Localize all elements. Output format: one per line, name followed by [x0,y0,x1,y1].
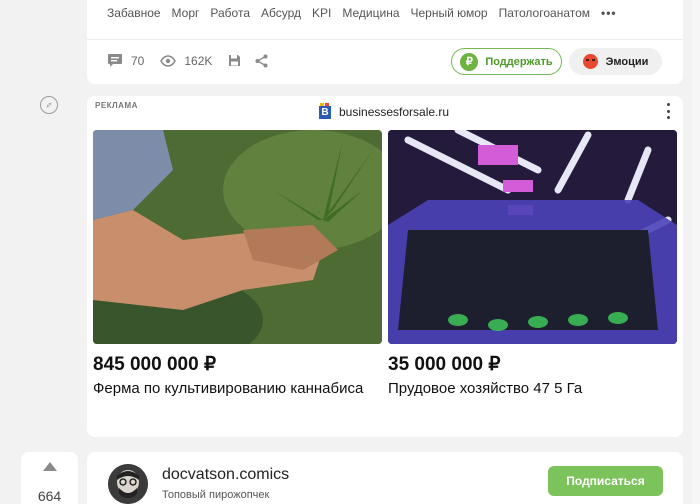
avatar[interactable] [108,464,148,504]
vote-panel: 664 [21,452,78,504]
comments-stat[interactable]: 70 [107,53,144,68]
ad-menu-button[interactable] [665,103,671,119]
divider [87,39,683,40]
ad-price-2[interactable]: 35 000 000 ₽ [388,353,500,376]
pond-farm-photo [388,130,677,344]
ad-price-1[interactable]: 845 000 000 ₽ [93,353,216,376]
author-subtitle: Топовый пирожопчек [162,489,270,501]
support-button[interactable]: ₽ Поддержать [451,48,562,75]
author-card: docvatson.comics Топовый пирожопчек Подп… [87,452,683,504]
support-label: Поддержать [485,55,553,68]
views-stat: 162K [160,54,212,68]
ad-title-1[interactable]: Ферма по культивированию каннабиса [93,379,373,398]
rating-count: 664 [37,488,62,504]
tag-item[interactable]: Забавное [107,6,161,20]
upvote-arrow-icon[interactable] [43,462,57,471]
emotions-button[interactable]: Эмоции [569,48,662,75]
post-stats: 70 162K [107,53,282,68]
emotions-label: Эмоции [605,55,649,68]
tag-item[interactable]: Работа [210,6,250,20]
compass-needle-icon [46,102,52,108]
post-footer-card: Забавное Морг Работа Абсурд KPI Медицина… [87,0,683,84]
save-icon [229,55,241,66]
ad-title-2[interactable]: Прудовое хозяйство 47 5 Га [388,379,668,398]
views-count: 162K [184,53,213,68]
tag-item[interactable]: Черный юмор [411,6,488,20]
share-icon [255,54,268,67]
share-button[interactable] [255,54,268,68]
avatar-face-icon [108,464,148,504]
more-tags-button[interactable]: ••• [601,6,617,20]
ruble-icon: ₽ [460,52,479,71]
ad-source-domain: businessesforsale.ru [339,105,450,119]
tag-list: Забавное Морг Работа Абсурд KPI Медицина… [107,6,628,20]
scrollbar[interactable] [692,0,700,504]
comments-count: 70 [131,53,145,68]
ad-card: РЕКЛАМА B businessesforsale.ru 845 000 0… [87,96,683,437]
ad-label: РЕКЛАМА [95,101,138,110]
subscribe-button[interactable]: Подписаться [548,466,663,496]
tag-item[interactable]: Патологоанатом [499,6,590,20]
tag-item[interactable]: KPI [312,6,331,20]
save-button[interactable] [228,54,241,67]
ad-source-logo: B [319,102,331,119]
ad-source[interactable]: B businessesforsale.ru [319,102,450,119]
comment-icon [108,54,122,67]
ad-image-cannabis[interactable] [93,130,382,344]
tag-item[interactable]: Морг [172,6,200,20]
eye-icon [160,54,177,67]
compass-icon[interactable] [40,96,58,114]
ad-image-pond[interactable] [388,130,677,344]
tag-item[interactable]: Медицина [342,6,399,20]
tag-item[interactable]: Абсурд [261,6,301,20]
angry-face-icon [582,54,598,69]
author-name[interactable]: docvatson.comics [162,466,289,484]
cannabis-photo [93,130,382,344]
